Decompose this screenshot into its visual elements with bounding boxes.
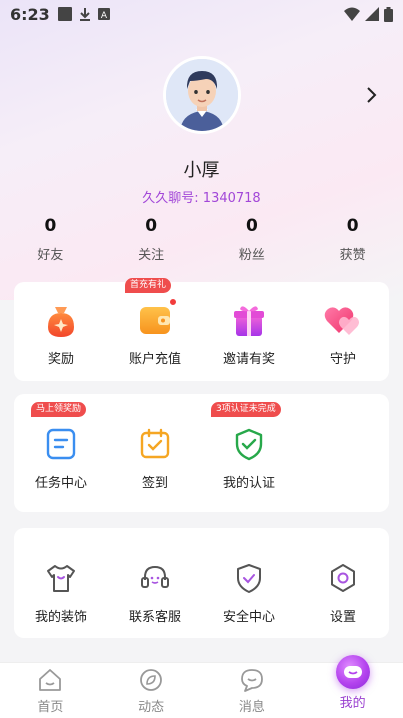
stat-value: 0 (44, 216, 57, 236)
nav-label-home: 首页 (37, 700, 64, 715)
decoration-item[interactable]: 我的装饰 (14, 558, 108, 625)
customer-service-label: 联系客服 (128, 610, 181, 625)
stat-label: 粉丝 (238, 248, 265, 263)
recharge-label: 账户充值 (128, 352, 181, 367)
wifi-icon (344, 7, 360, 21)
status-bar: 6:23 A (0, 0, 403, 28)
stat-label: 关注 (138, 248, 165, 263)
guard-label: 守护 (329, 352, 356, 367)
wallet-icon (135, 298, 177, 340)
stat-friends[interactable]: 0 好友 (0, 216, 101, 266)
verification-pending-badge: 3项认证未完成 (211, 402, 281, 417)
status-time: 6:23 (10, 4, 50, 24)
recharge-item[interactable]: 账户充值 (108, 298, 202, 367)
username: 小厚 (183, 160, 220, 181)
nav-tab-me[interactable]: 我的 (302, 655, 403, 718)
download-icon (79, 8, 90, 21)
recharge-red-dot (169, 298, 177, 306)
reward-bag-icon (41, 300, 81, 340)
svg-text:A: A (101, 11, 108, 20)
home-icon (39, 669, 62, 691)
guard-item[interactable]: 守护 (296, 300, 390, 367)
nav-tab-home[interactable]: 首页 (0, 663, 101, 718)
me-icon (335, 655, 370, 689)
shield-check-icon (229, 424, 269, 464)
headset-icon (135, 558, 175, 598)
check-in-item[interactable]: 签到 (108, 424, 202, 491)
battery-icon (384, 6, 393, 22)
notification-square-icon (57, 7, 72, 21)
stat-value: 0 (245, 216, 258, 236)
leaf-icon (140, 669, 163, 691)
task-center-item[interactable]: 任务中心 (14, 424, 108, 491)
security-center-label: 安全中心 (222, 610, 275, 625)
featured-actions-card: 奖励 账户充值 邀请有奖 守护 (14, 282, 389, 381)
shield-icon (229, 558, 269, 598)
stat-likes[interactable]: 0 获赞 (302, 216, 403, 266)
nav-label-messages: 消息 (238, 700, 265, 715)
settings-icon (323, 558, 363, 598)
nav-tab-messages[interactable]: 消息 (202, 663, 303, 718)
services-card: 我的装饰 联系客服 安全中心 设置 (14, 528, 389, 638)
stat-following[interactable]: 0 关注 (101, 216, 202, 266)
calendar-icon (135, 424, 175, 464)
stat-label: 好友 (37, 248, 64, 263)
status-notification-icons: A (57, 7, 110, 21)
profile-stats: 0 好友 0 关注 0 粉丝 0 获赞 (0, 216, 403, 266)
nav-label-me: 我的 (339, 696, 366, 711)
gift-icon (229, 300, 269, 340)
reward-label: 奖励 (47, 352, 74, 367)
avatar[interactable] (163, 56, 241, 134)
stat-label: 获赞 (339, 248, 366, 263)
message-icon (240, 669, 263, 692)
security-center-item[interactable]: 安全中心 (202, 558, 296, 625)
decoration-label: 我的装饰 (34, 610, 87, 625)
stat-value: 0 (346, 216, 359, 236)
settings-item[interactable]: 设置 (296, 558, 390, 625)
user-id: 久久聊号: 1340718 (142, 191, 261, 206)
verification-item[interactable]: 我的认证 (202, 424, 296, 491)
hearts-icon (323, 300, 363, 340)
task-icon (41, 424, 81, 464)
verification-label: 我的认证 (222, 476, 275, 491)
invite-label: 邀请有奖 (222, 352, 275, 367)
status-system-icons (344, 6, 393, 22)
invite-item[interactable]: 邀请有奖 (202, 300, 296, 367)
task-reward-badge: 马上领奖励 (31, 402, 87, 417)
nav-tab-feed[interactable]: 动态 (101, 663, 202, 718)
app-a-icon: A (97, 8, 110, 20)
first-recharge-badge: 首充有礼 (125, 278, 172, 293)
stat-fans[interactable]: 0 粉丝 (202, 216, 303, 266)
avatar-portrait-icon (166, 59, 238, 131)
signal-icon (365, 7, 379, 21)
reward-item[interactable]: 奖励 (14, 300, 108, 367)
customer-service-item[interactable]: 联系客服 (108, 558, 202, 625)
task-center-label: 任务中心 (34, 476, 87, 491)
settings-label: 设置 (329, 610, 356, 625)
check-in-label: 签到 (141, 476, 168, 491)
profile-detail-chevron-icon[interactable] (360, 84, 382, 106)
bottom-nav: 首页 动态 消息 我的 (0, 655, 403, 718)
stat-value: 0 (145, 216, 158, 236)
shirt-icon (41, 558, 81, 598)
nav-label-feed: 动态 (138, 700, 165, 715)
